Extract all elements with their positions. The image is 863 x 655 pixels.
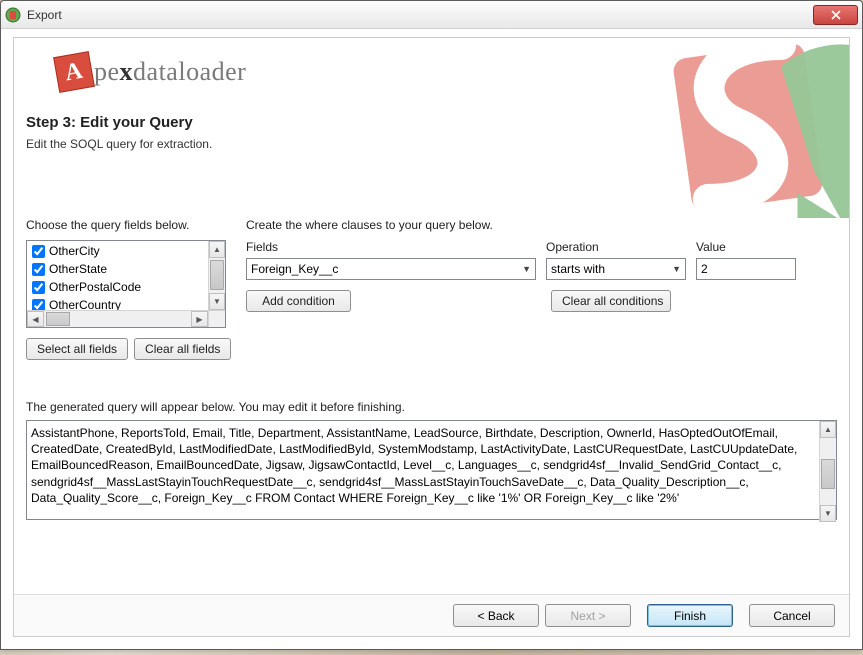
titlebar: Export xyxy=(1,1,862,29)
scroll-thumb[interactable] xyxy=(210,260,224,290)
generated-query-label: The generated query will appear below. Y… xyxy=(26,400,837,414)
add-condition-button[interactable]: Add condition xyxy=(246,290,351,312)
scroll-thumb[interactable] xyxy=(46,312,70,326)
scroll-left-icon[interactable]: ◀ xyxy=(27,311,44,327)
fields-listbox[interactable]: OtherCity OtherState OtherPostalCode Oth… xyxy=(26,240,226,328)
scroll-up-icon[interactable]: ▲ xyxy=(209,241,225,258)
scroll-down-icon[interactable]: ▼ xyxy=(209,293,225,310)
field-label: OtherState xyxy=(49,262,107,276)
field-label: OtherPostalCode xyxy=(49,280,141,294)
scroll-right-icon[interactable]: ▶ xyxy=(191,311,208,327)
list-item[interactable]: OtherState xyxy=(28,260,224,278)
content: A pexdataloader Step 3: Edit your Query … xyxy=(13,37,850,637)
select-all-fields-button[interactable]: Select all fields xyxy=(26,338,128,360)
back-button[interactable]: < Back xyxy=(453,604,539,627)
list-item[interactable]: OtherPostalCode xyxy=(28,278,224,296)
finish-button[interactable]: Finish xyxy=(647,604,733,627)
field-checkbox[interactable] xyxy=(32,263,45,276)
chevron-down-icon: ▼ xyxy=(672,264,681,274)
fields-hscrollbar[interactable]: ◀ ▶ xyxy=(27,310,208,327)
next-button: Next > xyxy=(545,604,631,627)
header-area: A pexdataloader Step 3: Edit your Query … xyxy=(14,38,849,218)
field-checkbox[interactable] xyxy=(32,245,45,258)
query-fields-panel: Choose the query fields below. OtherCity… xyxy=(26,218,226,360)
generated-query-area: The generated query will appear below. Y… xyxy=(14,390,849,523)
fields-column-label: Fields xyxy=(246,240,536,254)
value-column-label: Value xyxy=(696,240,796,254)
list-item[interactable]: OtherCity xyxy=(28,242,224,260)
query-fields-label: Choose the query fields below. xyxy=(26,218,226,232)
window-title: Export xyxy=(27,8,813,22)
mid-area: Choose the query fields below. OtherCity… xyxy=(14,218,849,360)
operation-combobox-value: starts with xyxy=(551,262,605,276)
cancel-button[interactable]: Cancel xyxy=(749,604,835,627)
value-input-text: 2 xyxy=(701,262,708,276)
step-description: Edit the SOQL query for extraction. xyxy=(26,137,837,151)
close-button[interactable] xyxy=(813,5,858,25)
scroll-thumb[interactable] xyxy=(821,459,835,489)
fields-vscrollbar[interactable]: ▲ ▼ xyxy=(208,241,225,310)
operation-column-label: Operation xyxy=(546,240,686,254)
where-panel: Create the where clauses to your query b… xyxy=(246,218,837,360)
clear-all-conditions-button[interactable]: Clear all conditions xyxy=(551,290,671,312)
chevron-down-icon: ▼ xyxy=(522,264,531,274)
scroll-down-icon[interactable]: ▼ xyxy=(820,505,836,522)
scroll-corner xyxy=(208,310,225,327)
fields-combobox-value: Foreign_Key__c xyxy=(251,262,338,276)
apex-logo: A pexdataloader xyxy=(56,54,837,90)
app-icon xyxy=(5,7,21,23)
export-window: Export A pexdataloader Step 3: Edit your… xyxy=(0,0,863,650)
where-label: Create the where clauses to your query b… xyxy=(246,218,837,232)
field-checkbox[interactable] xyxy=(32,281,45,294)
wizard-footer: < Back Next > Finish Cancel xyxy=(14,594,849,636)
logo-a-icon: A xyxy=(53,51,95,93)
step-title: Step 3: Edit your Query xyxy=(26,114,837,131)
operation-combobox[interactable]: starts with ▼ xyxy=(546,258,686,280)
value-input[interactable]: 2 xyxy=(696,258,796,280)
field-label: OtherCity xyxy=(49,244,100,258)
query-vscrollbar[interactable]: ▲ ▼ xyxy=(819,421,836,522)
scroll-up-icon[interactable]: ▲ xyxy=(820,421,836,438)
fields-combobox[interactable]: Foreign_Key__c ▼ xyxy=(246,258,536,280)
clear-all-fields-button[interactable]: Clear all fields xyxy=(134,338,231,360)
query-textarea[interactable] xyxy=(26,420,837,520)
